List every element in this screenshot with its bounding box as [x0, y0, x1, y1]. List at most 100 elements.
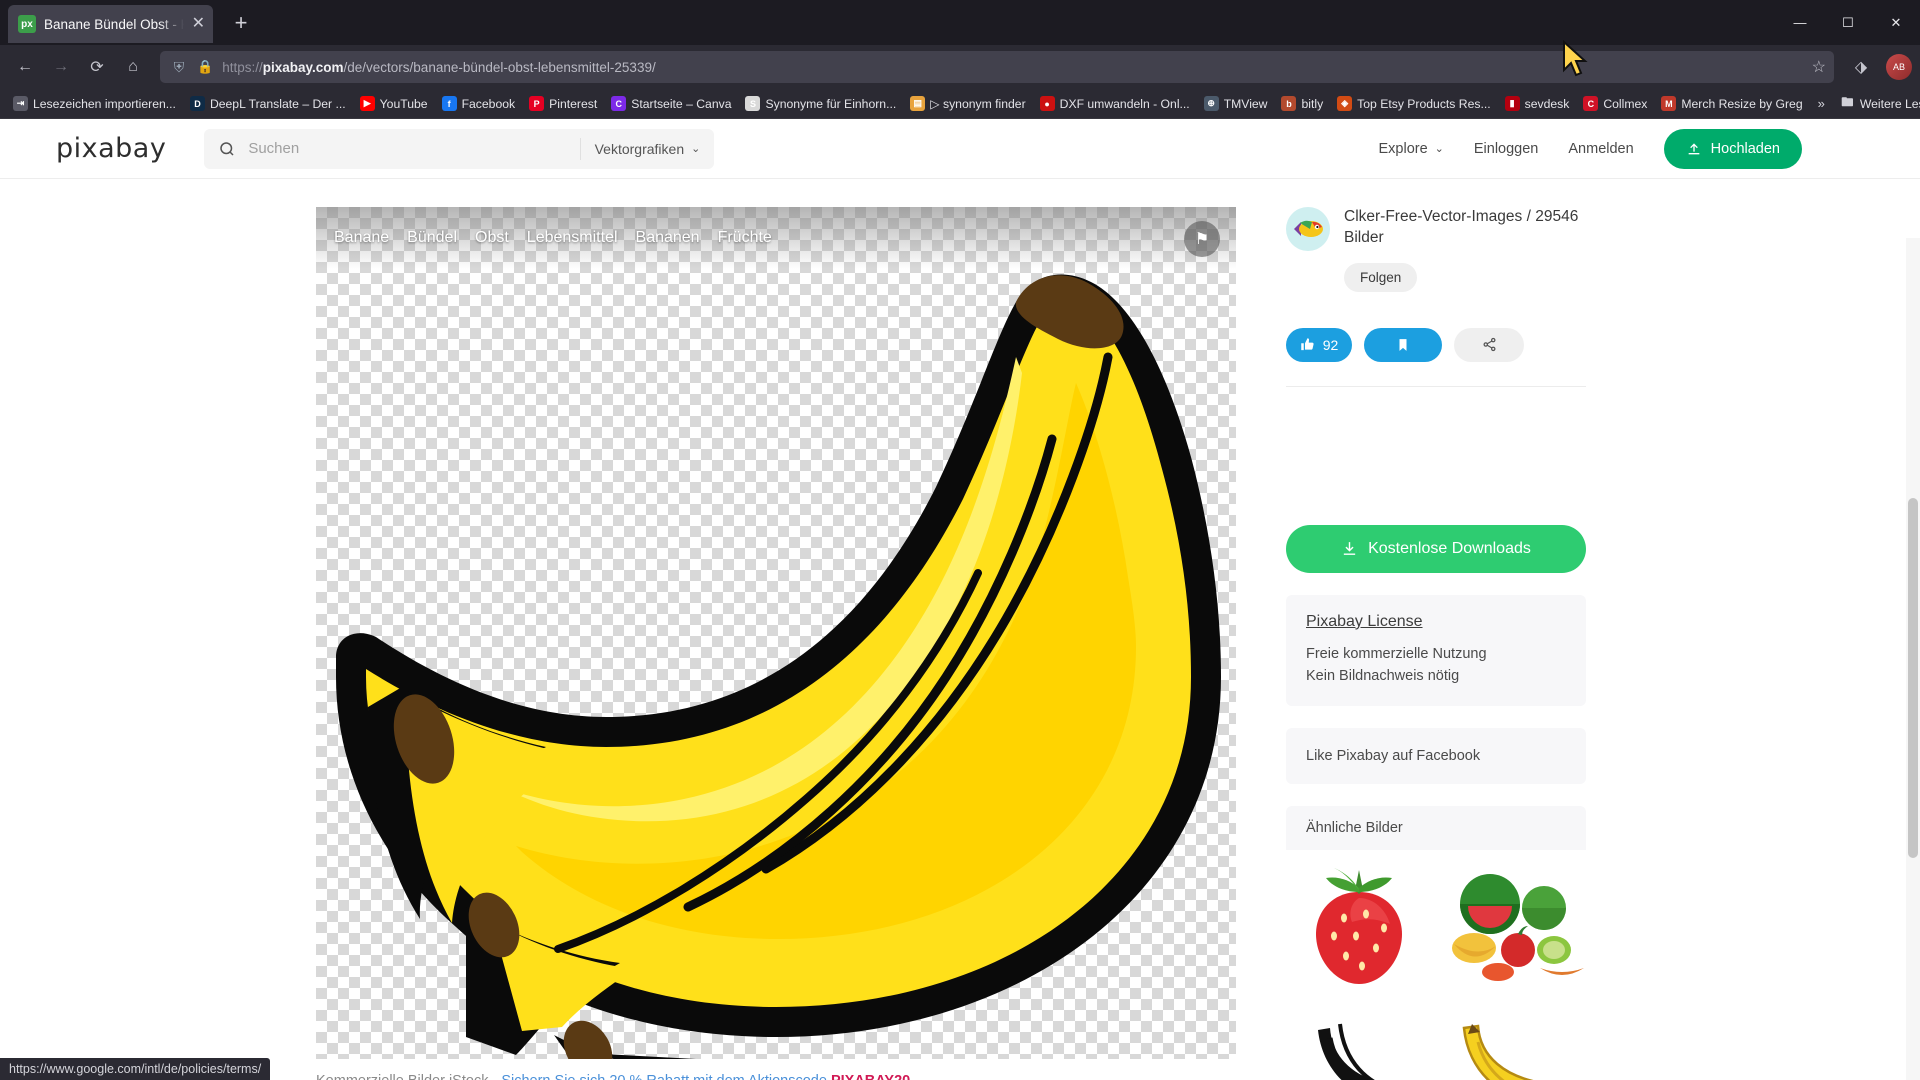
- nav-signup[interactable]: Anmelden: [1568, 141, 1633, 157]
- pixabay-favicon: px: [18, 15, 36, 33]
- nav-login[interactable]: Einloggen: [1474, 141, 1539, 157]
- bookmark-label: bitly: [1301, 96, 1324, 111]
- bookmark-icon: [1399, 339, 1407, 351]
- search-type-selector[interactable]: Vektorgrafiken ⌄: [579, 137, 700, 160]
- bookmark-sevdesk[interactable]: ▮ sevdesk: [1498, 93, 1577, 114]
- youtube-icon: ▶: [359, 96, 375, 111]
- image-tag[interactable]: Obst: [475, 229, 509, 247]
- similar-image-banana-black[interactable]: [1286, 999, 1431, 1080]
- merch-resize-icon: M: [1661, 96, 1677, 111]
- bookmark-star-icon[interactable]: ☆: [1812, 57, 1826, 77]
- maximize-button[interactable]: ☐: [1824, 0, 1872, 45]
- bookmark-pinterest[interactable]: P Pinterest: [522, 93, 604, 114]
- scrollbar-thumb[interactable]: [1908, 498, 1918, 858]
- similar-image-fruit-collage[interactable]: [1441, 859, 1586, 990]
- license-title[interactable]: Pixabay License: [1306, 613, 1566, 631]
- bitly-icon: b: [1281, 96, 1297, 111]
- author-block[interactable]: Clker-Free-Vector-Images / 29546 Bilder …: [1286, 207, 1586, 292]
- image-tag[interactable]: Früchte: [718, 229, 772, 247]
- save-button[interactable]: [1364, 327, 1442, 362]
- collmex-icon: C: [1583, 96, 1599, 111]
- promo-link[interactable]: Sichern Sie sich 20 % Rabatt mit dem Akt…: [501, 1073, 831, 1080]
- bookmarks-overflow-icon[interactable]: »: [1810, 96, 1833, 111]
- shield-icon[interactable]: ⛨: [170, 58, 188, 76]
- home-icon[interactable]: ⌂: [116, 50, 150, 84]
- bookmark-canva[interactable]: C Startseite – Canva: [604, 93, 738, 114]
- bookmark-tmview[interactable]: ⊕ TMView: [1197, 93, 1275, 114]
- pocket-icon[interactable]: ⬗: [1844, 50, 1878, 84]
- bookmark-folder-more[interactable]: 🖿 Weitere Lesezeichen: [1833, 93, 1920, 114]
- canva-icon: C: [611, 96, 627, 111]
- flag-icon[interactable]: ⚑: [1184, 221, 1220, 257]
- bookmark-label: sevdesk: [1524, 96, 1570, 111]
- similar-image-strawberry[interactable]: [1286, 859, 1431, 990]
- author-name[interactable]: Clker-Free-Vector-Images / 29546 Bilder: [1344, 207, 1586, 249]
- bookmark-collmex[interactable]: C Collmex: [1576, 93, 1654, 114]
- nav-explore-label: Explore: [1378, 140, 1428, 157]
- dxf-icon: ●: [1039, 96, 1055, 111]
- bookmark-bitly[interactable]: b bitly: [1274, 93, 1330, 114]
- share-button[interactable]: [1454, 327, 1524, 362]
- download-label: Kostenlose Downloads: [1368, 539, 1531, 557]
- license-line-2: Kein Bildnachweis nötig: [1306, 668, 1460, 685]
- account-avatar[interactable]: AB: [1886, 54, 1912, 80]
- status-bar-url: https://www.google.com/intl/de/policies/…: [0, 1058, 271, 1080]
- search-input[interactable]: [248, 140, 568, 157]
- image-viewer[interactable]: Banane Bündel Obst Lebensmittel Bananen Früch…: [316, 207, 1236, 1059]
- bookmark-etsy[interactable]: ◈ Top Etsy Products Res...: [1330, 93, 1497, 114]
- banana-vector-illustration: [336, 274, 1221, 1059]
- minimize-button[interactable]: —: [1776, 0, 1824, 45]
- site-header: pixabay Vektorgrafiken ⌄ Explore ⌄ Einlo…: [0, 119, 1920, 179]
- deepl-icon: D: [189, 96, 205, 111]
- search-type-label: Vektorgrafiken: [594, 140, 685, 157]
- image-tag[interactable]: Banane: [334, 229, 389, 247]
- bookmark-label: Lesezeichen importieren...: [33, 96, 176, 111]
- bookmark-synonyme[interactable]: S Synonyme für Einhorn...: [738, 93, 903, 114]
- page-scrollbar[interactable]: [1906, 238, 1920, 1080]
- nav-explore[interactable]: Explore ⌄: [1378, 141, 1443, 157]
- bookmark-label: YouTube: [379, 96, 428, 111]
- upload-button[interactable]: Hochladen: [1663, 128, 1802, 169]
- fruit-vegetable-collage: [1451, 874, 1584, 982]
- bookmark-import[interactable]: ⇥ Lesezeichen importieren...: [6, 93, 183, 114]
- license-panel: Pixabay License Freie kommerzielle Nutzu…: [1286, 594, 1586, 706]
- facebook-panel[interactable]: Like Pixabay auf Facebook: [1286, 727, 1586, 784]
- bookmark-dxf[interactable]: ● DXF umwandeln - Onl...: [1033, 93, 1197, 114]
- page-content: pixabay Vektorgrafiken ⌄ Explore ⌄ Einlo…: [0, 119, 1920, 1080]
- facebook-icon: f: [441, 96, 457, 111]
- bookmark-deepl[interactable]: D DeepL Translate – Der ...: [183, 93, 353, 114]
- close-icon[interactable]: ✕: [192, 16, 205, 32]
- back-icon[interactable]: ←: [8, 50, 42, 84]
- bookmark-youtube[interactable]: ▶ YouTube: [353, 93, 435, 114]
- image-tag[interactable]: Bündel: [407, 229, 457, 247]
- bookmark-label: Top Etsy Products Res...: [1357, 96, 1491, 111]
- fish-avatar[interactable]: [1286, 207, 1330, 251]
- bookmark-facebook[interactable]: f Facebook: [435, 93, 523, 114]
- banana-bunch-black: [1317, 1024, 1375, 1080]
- new-tab-button[interactable]: +: [227, 9, 255, 37]
- bookmark-merch-resize[interactable]: M Merch Resize by Greg: [1654, 93, 1809, 114]
- main-content: Banane Bündel Obst Lebensmittel Bananen Früch…: [0, 179, 1920, 1080]
- share-icon: [1483, 338, 1495, 352]
- bookmark-synonym-finder[interactable]: ▤ ▷ synonym finder: [903, 93, 1032, 114]
- promo-prefix: Kommerzielle Bilder iStock -: [316, 1073, 501, 1080]
- window-close-button[interactable]: ✕: [1872, 0, 1920, 45]
- similar-image-banana-yellow[interactable]: [1441, 999, 1586, 1080]
- browser-tab-active[interactable]: px Banane Bündel Obst - Kostenlos... ✕: [8, 5, 213, 43]
- forward-icon[interactable]: →: [44, 50, 78, 84]
- mouse-cursor: [1563, 40, 1588, 77]
- like-button[interactable]: 92: [1286, 327, 1352, 362]
- browser-window: px Banane Bündel Obst - Kostenlos... ✕ +…: [0, 0, 1920, 1080]
- download-button[interactable]: Kostenlose Downloads: [1286, 524, 1586, 573]
- tab-strip: px Banane Bündel Obst - Kostenlos... ✕ +…: [0, 0, 1920, 45]
- image-tag[interactable]: Lebensmittel: [527, 229, 618, 247]
- follow-button[interactable]: Folgen: [1344, 262, 1418, 292]
- reload-icon[interactable]: ⟳: [80, 50, 114, 84]
- fish-avatar-icon: [1288, 209, 1328, 249]
- bookmark-label: Synonyme für Einhorn...: [765, 96, 897, 111]
- tmview-icon: ⊕: [1203, 96, 1219, 111]
- similar-images-grid: [1286, 859, 1586, 1080]
- pixabay-logo[interactable]: pixabay: [56, 133, 166, 164]
- search-bar[interactable]: Vektorgrafiken ⌄: [204, 128, 715, 169]
- image-tag[interactable]: Bananen: [636, 229, 700, 247]
